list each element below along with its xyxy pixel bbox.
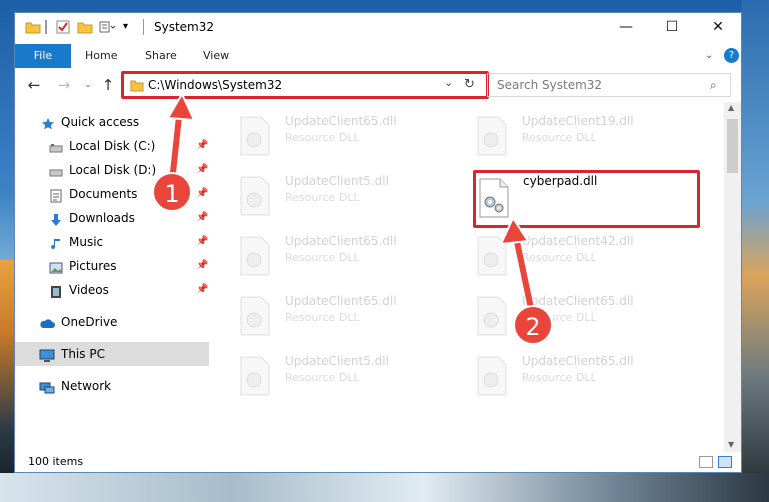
pin-icon[interactable]: 📌 <box>196 158 208 182</box>
folder-icon <box>25 19 41 35</box>
network-icon <box>39 379 55 394</box>
address-highlight-box <box>121 71 489 99</box>
file-item[interactable]: UpdateClient65.dll Resource DLL <box>238 292 458 342</box>
quick-access-toolbar-icon[interactable] <box>99 19 116 35</box>
title-bar: ▾ System32 — ☐ ✕ <box>15 13 741 44</box>
dll-file-icon <box>475 296 509 336</box>
pin-icon[interactable]: 📌 <box>196 230 208 254</box>
file-item[interactable]: UpdateClient65.dll Resource DLL <box>475 292 695 342</box>
tab-file[interactable]: File <box>15 44 71 68</box>
scroll-down-icon[interactable]: ▼ <box>728 440 734 449</box>
large-icons-view-icon[interactable] <box>718 456 732 468</box>
dll-file-icon <box>475 356 509 396</box>
computer-icon <box>39 347 55 362</box>
documents-icon <box>49 187 63 203</box>
status-bar: 100 items <box>15 452 741 472</box>
tab-view[interactable]: View <box>203 44 229 68</box>
scrollbar-thumb[interactable] <box>727 119 738 173</box>
customize-toolbar-chevron-icon[interactable]: ▾ <box>123 19 139 35</box>
minimize-button[interactable]: — <box>603 13 649 44</box>
desktop-background-right <box>742 0 769 502</box>
sidebar-item-local-disk-c[interactable]: Local Disk (C:) 📌 <box>15 134 209 158</box>
music-icon <box>49 235 63 250</box>
sidebar-item-this-pc[interactable]: This PC <box>15 342 209 366</box>
sidebar-item-music[interactable]: Music 📌 <box>15 230 209 254</box>
cyberpad-highlight-box <box>473 170 700 228</box>
maximize-button[interactable]: ☐ <box>649 13 695 44</box>
dll-file-icon <box>238 176 272 216</box>
back-arrow-icon[interactable]: ← <box>25 76 43 94</box>
window-title: System32 <box>154 20 215 34</box>
downloads-icon <box>49 211 63 226</box>
sidebar-item-onedrive[interactable]: OneDrive <box>15 310 209 334</box>
search-input[interactable]: Search System32 ⌕ <box>487 73 731 97</box>
navigation-bar: ← → ⌄ ↑ C:\Windows\System32 ⌄ ↻ Search S… <box>15 68 741 102</box>
pin-icon[interactable]: 📌 <box>196 278 208 302</box>
file-item[interactable]: UpdateClient42.dll Resource DLL <box>475 232 695 282</box>
ribbon-tabs: File Home Share View ⌄ ? <box>15 44 741 69</box>
divider <box>45 20 47 34</box>
help-icon[interactable]: ? <box>724 48 739 63</box>
drive-icon <box>49 163 63 177</box>
properties-icon[interactable] <box>55 19 71 35</box>
file-item[interactable]: UpdateClient65.dll Resource DLL <box>238 112 458 162</box>
file-explorer-window: ▾ System32 — ☐ ✕ File Home Share View ⌄ … <box>14 12 742 473</box>
file-item[interactable]: UpdateClient5.dll Resource DLL <box>238 172 458 222</box>
step-1-badge: 1 <box>152 172 192 212</box>
sidebar-item-quick-access[interactable]: Quick access <box>15 110 209 134</box>
file-item[interactable]: UpdateClient19.dll Resource DLL <box>475 112 695 162</box>
desktop-background-bottom <box>0 473 769 502</box>
tab-share[interactable]: Share <box>145 44 177 68</box>
dll-file-icon <box>475 116 509 156</box>
file-list: UpdateClient65.dll Resource DLL UpdateCl… <box>212 102 724 452</box>
forward-arrow-icon[interactable]: → <box>55 76 73 94</box>
pin-icon[interactable]: 📌 <box>196 134 208 158</box>
vertical-scrollbar[interactable]: ▲ ▼ <box>724 102 741 452</box>
ribbon-expand-chevron-icon[interactable]: ⌄ <box>705 44 713 68</box>
sidebar-item-network[interactable]: Network <box>15 374 209 398</box>
divider <box>143 19 144 35</box>
file-item[interactable]: UpdateClient5.dll Resource DLL <box>238 352 458 402</box>
sidebar-item-videos[interactable]: Videos 📌 <box>15 278 209 302</box>
up-arrow-icon[interactable]: ↑ <box>99 76 117 94</box>
dll-file-icon <box>238 116 272 156</box>
dll-file-icon <box>238 356 272 396</box>
file-item[interactable]: UpdateClient65.dll Resource DLL <box>475 352 695 402</box>
search-icon: ⌕ <box>710 78 717 92</box>
details-view-icon[interactable] <box>699 456 713 468</box>
close-button[interactable]: ✕ <box>695 13 741 44</box>
pictures-icon <box>49 259 63 274</box>
star-icon <box>41 115 55 130</box>
videos-icon <box>49 283 63 298</box>
dll-file-icon <box>238 236 272 276</box>
search-placeholder: Search System32 <box>497 78 603 92</box>
item-count: 100 items <box>28 455 84 468</box>
cloud-icon <box>39 315 55 329</box>
pin-icon[interactable]: 📌 <box>196 182 208 206</box>
pin-icon[interactable]: 📌 <box>196 206 208 230</box>
dll-file-icon <box>238 296 272 336</box>
dll-file-icon <box>475 236 509 276</box>
step-2-badge: 2 <box>513 305 553 345</box>
recent-locations-chevron-icon[interactable]: ⌄ <box>79 76 97 94</box>
navigation-pane: Quick access Local Disk (C:) 📌 Local Dis… <box>15 102 211 452</box>
sidebar-item-pictures[interactable]: Pictures 📌 <box>15 254 209 278</box>
scroll-up-icon[interactable]: ▲ <box>728 103 734 112</box>
file-item[interactable]: UpdateClient65.dll Resource DLL <box>238 232 458 282</box>
pin-icon[interactable]: 📌 <box>196 254 208 278</box>
desktop-background-left <box>0 260 14 502</box>
drive-icon <box>49 139 63 153</box>
tab-home[interactable]: Home <box>85 44 117 68</box>
new-folder-icon[interactable] <box>77 19 93 35</box>
